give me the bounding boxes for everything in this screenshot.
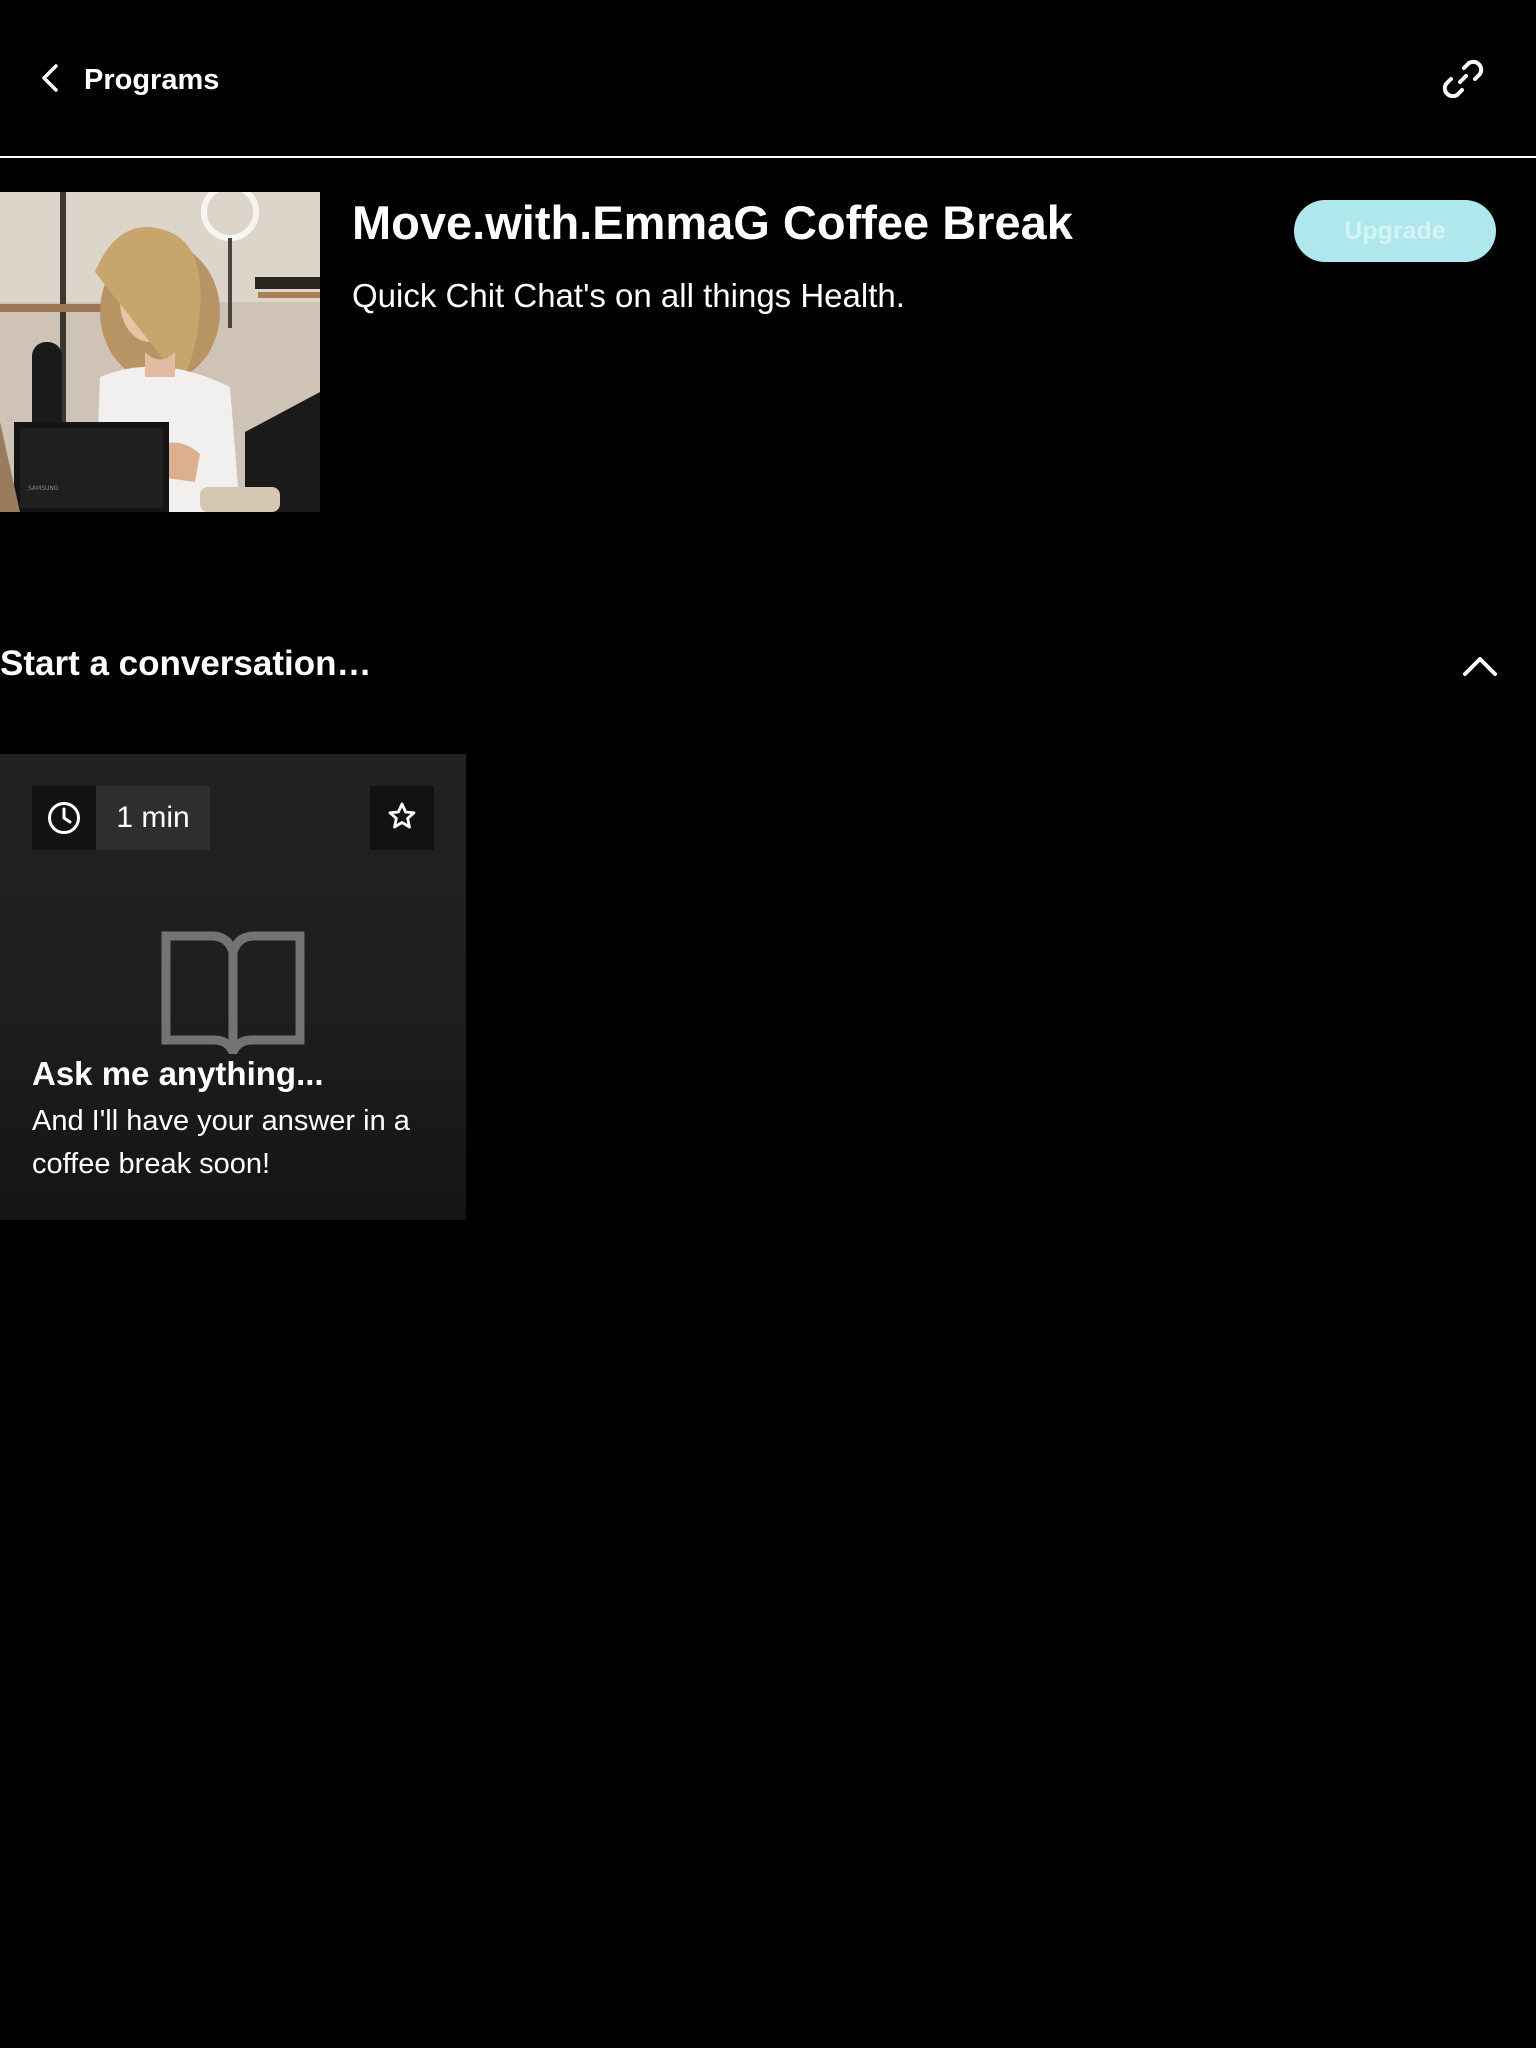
section-title: Start a conversation… bbox=[0, 644, 372, 683]
clock-icon bbox=[32, 786, 96, 850]
card-title: Ask me anything... bbox=[32, 1055, 324, 1092]
duration-badge: 1 min bbox=[32, 786, 210, 850]
book-icon bbox=[160, 930, 306, 1064]
back-button[interactable]: Programs bbox=[36, 58, 219, 102]
chevron-left-icon bbox=[36, 63, 66, 98]
svg-text:SAMSUNG: SAMSUNG bbox=[28, 485, 59, 492]
program-title: Move.with.EmmaG Coffee Break bbox=[352, 196, 1073, 249]
share-link-button[interactable] bbox=[1440, 56, 1486, 102]
top-bar: Programs bbox=[0, 0, 1536, 158]
back-label: Programs bbox=[84, 63, 220, 96]
chevron-up-icon bbox=[1460, 657, 1500, 686]
link-icon bbox=[1440, 59, 1486, 106]
upgrade-button[interactable]: Upgrade bbox=[1294, 200, 1496, 262]
duration-text: 1 min bbox=[96, 786, 210, 850]
content-card[interactable]: 1 min Ask me anything... And I'll have y… bbox=[0, 754, 466, 1220]
program-cover-image: SAMSUNG bbox=[0, 192, 320, 512]
star-icon bbox=[387, 801, 417, 836]
program-subtitle: Quick Chit Chat's on all things Health. bbox=[352, 277, 905, 314]
card-description: And I'll have your answer in a coffee br… bbox=[32, 1105, 410, 1180]
favorite-button[interactable] bbox=[370, 786, 434, 850]
collapse-section-button[interactable] bbox=[1460, 648, 1500, 682]
